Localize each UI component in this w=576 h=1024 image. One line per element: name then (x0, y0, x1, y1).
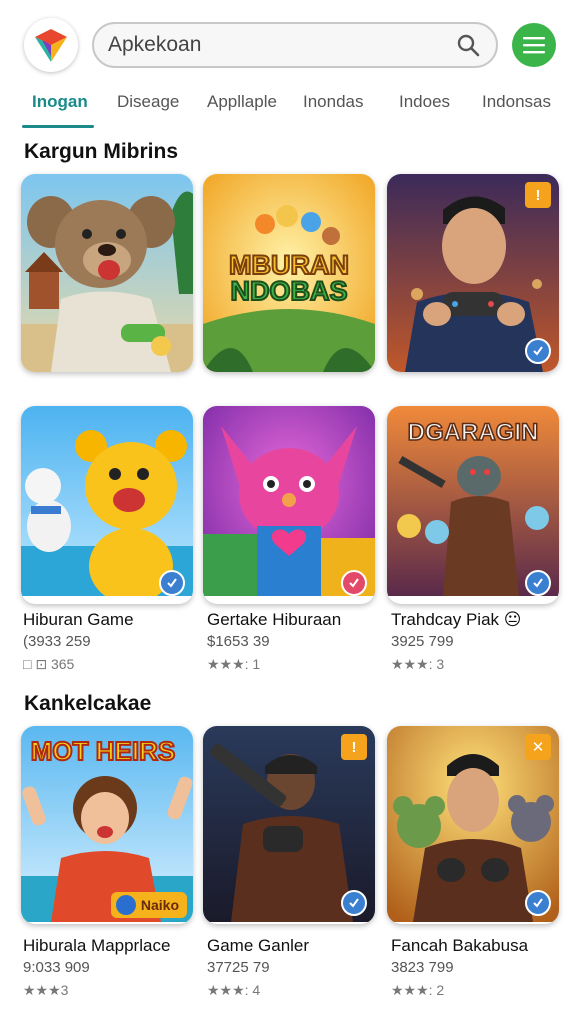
heart-tag-icon (341, 570, 367, 596)
tab-appllaple[interactable]: Appllaple (207, 92, 277, 112)
app-card-pink-creature[interactable] (203, 406, 375, 604)
app-name[interactable]: Game Ganler (207, 936, 309, 956)
tab-diseage[interactable]: Diseage (117, 92, 179, 112)
app-rating: ★★★: 2 (391, 982, 445, 998)
yellow-bear-art (21, 406, 193, 596)
app-rating: □ ⊡ 365 (23, 656, 75, 672)
search-bar[interactable] (92, 22, 498, 68)
tab-inogan[interactable]: Inogan (32, 92, 88, 112)
app-name[interactable]: Hiburan Game (23, 610, 134, 630)
app-card-bear[interactable] (21, 174, 193, 372)
category-tabs: Inogan Diseage Appllaple Inondas Indoes … (0, 88, 576, 130)
app-name[interactable]: Hiburala Mapprlace (23, 936, 170, 956)
close-badge-icon: ✕ (525, 734, 551, 760)
art-title: DGARAGIN (408, 419, 539, 446)
app-name[interactable]: Trahdcay Piak 😐 (391, 610, 521, 630)
app-rating: ★★★3 (23, 982, 69, 998)
app-rating: ★★★: 4 (207, 982, 261, 998)
section-title: Kankelcakae (24, 692, 152, 715)
app-subtitle: 9:033 909 (23, 959, 90, 976)
app-name[interactable]: Gertake Hiburaan (207, 610, 341, 630)
new-badge: ! (341, 734, 367, 760)
search-icon[interactable] (454, 31, 482, 59)
app-card-mice-man[interactable]: ✕ (387, 726, 559, 924)
app-subtitle: (3933 259 (23, 633, 91, 650)
tab-indoes[interactable]: Indoes (399, 92, 450, 112)
shield-check-icon (159, 570, 185, 596)
menu-button[interactable] (512, 23, 556, 67)
shield-check-icon (525, 338, 551, 364)
app-card-yellow-bear[interactable] (21, 406, 193, 604)
app-name[interactable]: Fancah Bakabusa (391, 936, 528, 956)
hamburger-menu-icon (523, 37, 545, 54)
dgaragin-warrior-art: DGARAGIN (387, 406, 559, 596)
search-input[interactable] (108, 24, 454, 66)
tag-label: Naiko (110, 892, 187, 918)
tag-globe-icon (115, 895, 136, 915)
app-logo[interactable] (24, 18, 78, 72)
art-title-2: NDOBAS (230, 276, 347, 306)
app-card-dgaragin[interactable]: DGARAGIN (387, 406, 559, 604)
app-rating: ★★★: 1 (207, 656, 261, 672)
pink-creature-art (203, 406, 375, 596)
app-card-mot-heirs[interactable]: MOT HEIRS Naiko (21, 726, 193, 924)
app-card-mburan[interactable]: MBURAN NDOBAS (203, 174, 375, 372)
shield-check-icon (341, 890, 367, 916)
tab-indonsas[interactable]: Indonsas (482, 92, 551, 112)
new-badge: ! (525, 182, 551, 208)
app-header (0, 0, 576, 90)
app-card-gamer-man[interactable]: ! (387, 174, 559, 372)
tag-text: Naiko (140, 897, 179, 913)
app-subtitle: 37725 79 (207, 959, 270, 976)
app-rating: ★★★: 3 (391, 656, 445, 672)
app-card-gunman[interactable]: ! (203, 726, 375, 924)
tab-inondas[interactable]: Inondas (303, 92, 364, 112)
app-subtitle: 3823 799 (391, 959, 454, 976)
shield-check-icon (525, 570, 551, 596)
app-subtitle: $1653 39 (207, 633, 270, 650)
mburan-ndobas-art: MBURAN NDOBAS (203, 174, 375, 372)
colorful-cube-logo-icon (35, 29, 67, 62)
section-title: Kargun Mibrins (24, 140, 179, 163)
active-tab-indicator (22, 125, 94, 128)
art-title: MOT HEIRS (31, 736, 175, 766)
shield-check-icon (525, 890, 551, 916)
app-subtitle: 3925 799 (391, 633, 454, 650)
bear-on-beach-art (21, 174, 193, 372)
